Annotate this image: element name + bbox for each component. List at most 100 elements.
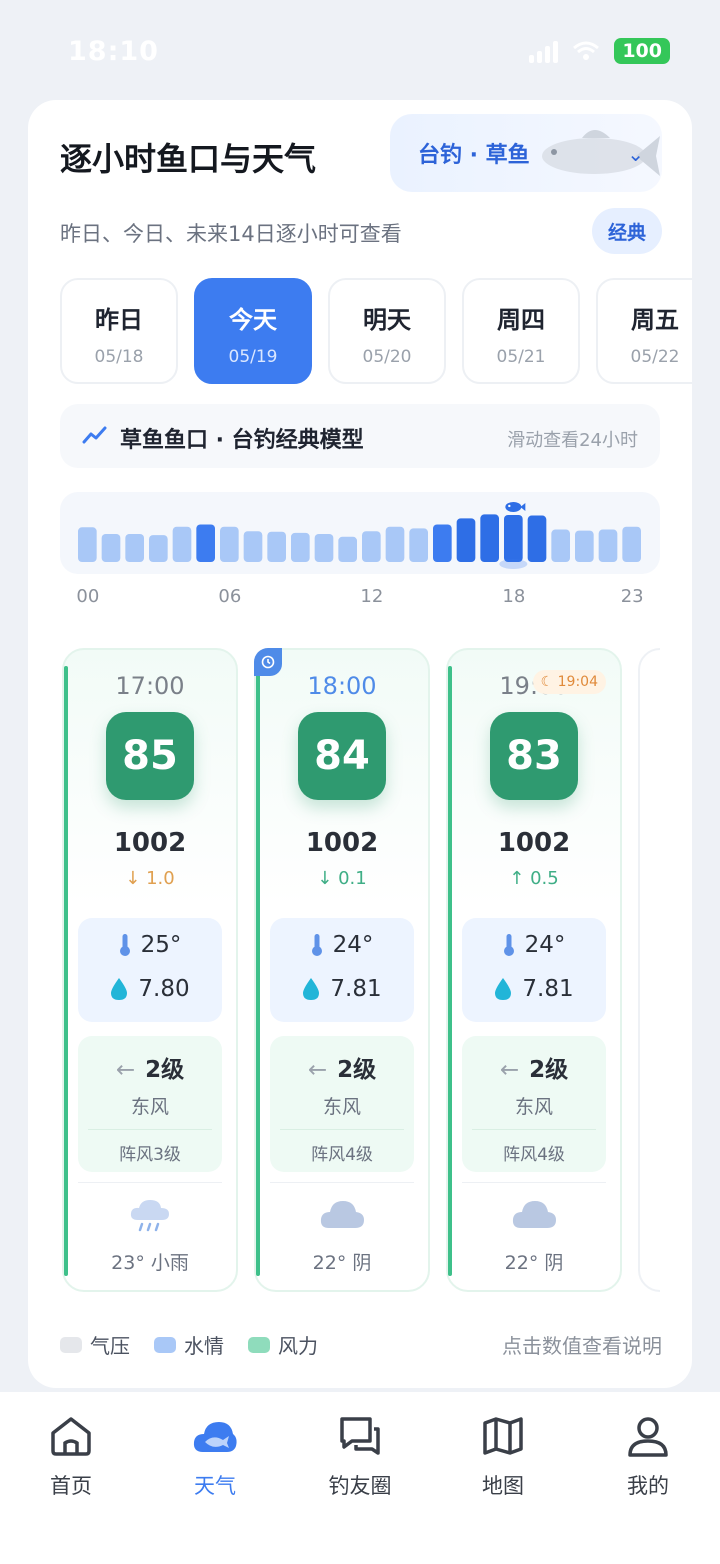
- bar-08[interactable]: [267, 531, 286, 562]
- bar-06[interactable]: [220, 526, 239, 562]
- bar-15[interactable]: [433, 524, 452, 562]
- hour-card[interactable]: 17:00 85 1002 ↓ 1.0 25° 7.80 ← 2级 东风 阵风3级 23…: [62, 648, 238, 1292]
- day-tab-friday[interactable]: 周五 05/22: [596, 278, 692, 384]
- bar-17[interactable]: [480, 514, 499, 562]
- water-panel[interactable]: 24° 7.81: [270, 918, 414, 1022]
- water-panel[interactable]: 25° 7.80: [78, 918, 222, 1022]
- bar-13[interactable]: [385, 526, 405, 562]
- legend-label: 风力: [278, 1334, 318, 1358]
- hour-card-next[interactable]: [638, 648, 660, 1292]
- bar-05[interactable]: [196, 524, 215, 562]
- weather-fish-icon: [193, 1422, 237, 1452]
- water-drop-icon: [495, 978, 512, 1000]
- score-badge[interactable]: 84: [298, 712, 386, 800]
- x-tick-label: 06: [218, 586, 242, 607]
- bar-12[interactable]: [362, 531, 381, 562]
- hour-time: 17:00: [115, 672, 185, 700]
- weather-icon-wrap: [256, 1198, 428, 1230]
- hour-time: 18:00: [307, 672, 377, 700]
- water-temp: 25°: [140, 932, 182, 958]
- user-icon: [628, 1417, 668, 1457]
- bar-09[interactable]: [291, 532, 310, 562]
- weather-text: 23° 小雨: [111, 1252, 189, 1274]
- hourly-score-chart[interactable]: [60, 492, 660, 574]
- hour-card-current[interactable]: 18:00 84 1002 ↓ 0.1 24° 7.81 ← 2级 东风 阵风4级 22…: [254, 648, 430, 1292]
- bar-11[interactable]: [338, 536, 357, 562]
- day-tab-thursday[interactable]: 周四 05/21: [462, 278, 580, 384]
- bar-03[interactable]: [149, 535, 168, 562]
- nav-home[interactable]: 首页: [16, 1412, 126, 1500]
- arrow-left-icon: ←: [307, 1057, 328, 1083]
- bar-01[interactable]: [101, 534, 121, 562]
- bar-23[interactable]: [622, 526, 641, 562]
- ph-value: 7.81: [522, 976, 574, 1002]
- nav-profile[interactable]: 我的: [593, 1412, 703, 1500]
- weather-icon-wrap: [64, 1198, 236, 1234]
- wind-panel[interactable]: ← 2级 东风 阵风3级: [78, 1036, 222, 1172]
- score-badge[interactable]: 83: [490, 712, 578, 800]
- legend-hint[interactable]: 点击数值查看说明: [502, 1330, 662, 1359]
- pressure-value[interactable]: 1002: [64, 828, 236, 858]
- thermometer-icon: [311, 934, 322, 956]
- nav-label: 我的: [627, 1474, 669, 1498]
- mode-badge[interactable]: 经典: [592, 208, 662, 254]
- day-tab-tomorrow[interactable]: 明天 05/20: [328, 278, 446, 384]
- water-drop-icon: [303, 978, 320, 1000]
- status-icons: 100: [529, 38, 670, 64]
- legend-label: 水情: [184, 1334, 224, 1358]
- accent-bar: [256, 666, 260, 1276]
- bar-22[interactable]: [598, 529, 618, 562]
- nav-map[interactable]: 地图: [448, 1412, 558, 1500]
- bar-04[interactable]: [172, 526, 192, 562]
- bar-02[interactable]: [125, 534, 144, 562]
- wind-gust: 阵风4级: [503, 1145, 565, 1165]
- day-tabs: 昨日 05/18 今天 05/19 明天 05/20 周四 05/21 周五 0…: [60, 278, 692, 386]
- nav-label: 首页: [50, 1474, 92, 1498]
- day-tab-yesterday[interactable]: 昨日 05/18: [60, 278, 178, 384]
- day-date: 05/19: [228, 347, 278, 367]
- bar-18[interactable]: [504, 514, 523, 562]
- cloud-icon: [512, 1201, 556, 1228]
- day-date: 05/21: [496, 347, 546, 367]
- day-name: 明天: [363, 306, 411, 334]
- rain-cloud-icon: [130, 1200, 169, 1232]
- hourly-cards: 17:00 85 1002 ↓ 1.0 25° 7.80 ← 2级 东风 阵风3级 23…: [60, 646, 660, 1294]
- wind-gust: 阵风3级: [119, 1145, 181, 1165]
- water-temp: 24°: [332, 932, 374, 958]
- x-tick-label: 00: [76, 586, 100, 607]
- water-drop-icon: [111, 978, 128, 1000]
- bar-20[interactable]: [551, 529, 570, 562]
- bar-00[interactable]: [78, 527, 97, 562]
- day-tab-today[interactable]: 今天 05/19: [194, 278, 312, 384]
- legend-item-wind: 风力: [248, 1330, 318, 1359]
- bar-21[interactable]: [575, 530, 594, 562]
- species-selector[interactable]: 台钓 · 草鱼 ⌄: [390, 114, 662, 192]
- nav-community[interactable]: 钓友圈: [305, 1412, 415, 1500]
- weather-text: 22° 阴: [312, 1252, 372, 1274]
- bar-10[interactable]: [314, 534, 334, 562]
- bar-07[interactable]: [243, 531, 263, 562]
- legend-swatch: [154, 1336, 176, 1353]
- wind-level: 2级: [337, 1057, 377, 1083]
- score-badge[interactable]: 85: [106, 712, 194, 800]
- water-panel[interactable]: 24° 7.81: [462, 918, 606, 1022]
- water-temp-row: 25°: [78, 932, 222, 958]
- cloud-icon: [320, 1201, 364, 1228]
- legend-label: 气压: [90, 1334, 130, 1358]
- wind-panel[interactable]: ← 2级 东风 阵风4级: [270, 1036, 414, 1172]
- moonrise-time: 19:04: [557, 674, 598, 690]
- ph-value: 7.81: [330, 976, 382, 1002]
- bar-19[interactable]: [527, 515, 547, 562]
- bar-14[interactable]: [409, 528, 428, 562]
- nav-weather[interactable]: 天气: [160, 1412, 270, 1500]
- divider: [462, 1182, 606, 1183]
- pressure-value[interactable]: 1002: [256, 828, 428, 858]
- wind-level: 2级: [145, 1057, 185, 1083]
- main-card: 逐小时鱼口与天气 台钓 · 草鱼 ⌄ 昨日、今日、未来14日逐小时可查看 经典 …: [28, 100, 692, 1388]
- bar-16[interactable]: [456, 518, 476, 562]
- wind-panel[interactable]: ← 2级 东风 阵风4级: [462, 1036, 606, 1172]
- wind-direction: 东风: [514, 1096, 553, 1118]
- moon-icon: ☾: [540, 674, 558, 690]
- pressure-value[interactable]: 1002: [448, 828, 620, 858]
- hour-card[interactable]: 19:00☾ 19:04831002↑ 0.5 24° 7.81 ←2级 东风 …: [446, 648, 622, 1292]
